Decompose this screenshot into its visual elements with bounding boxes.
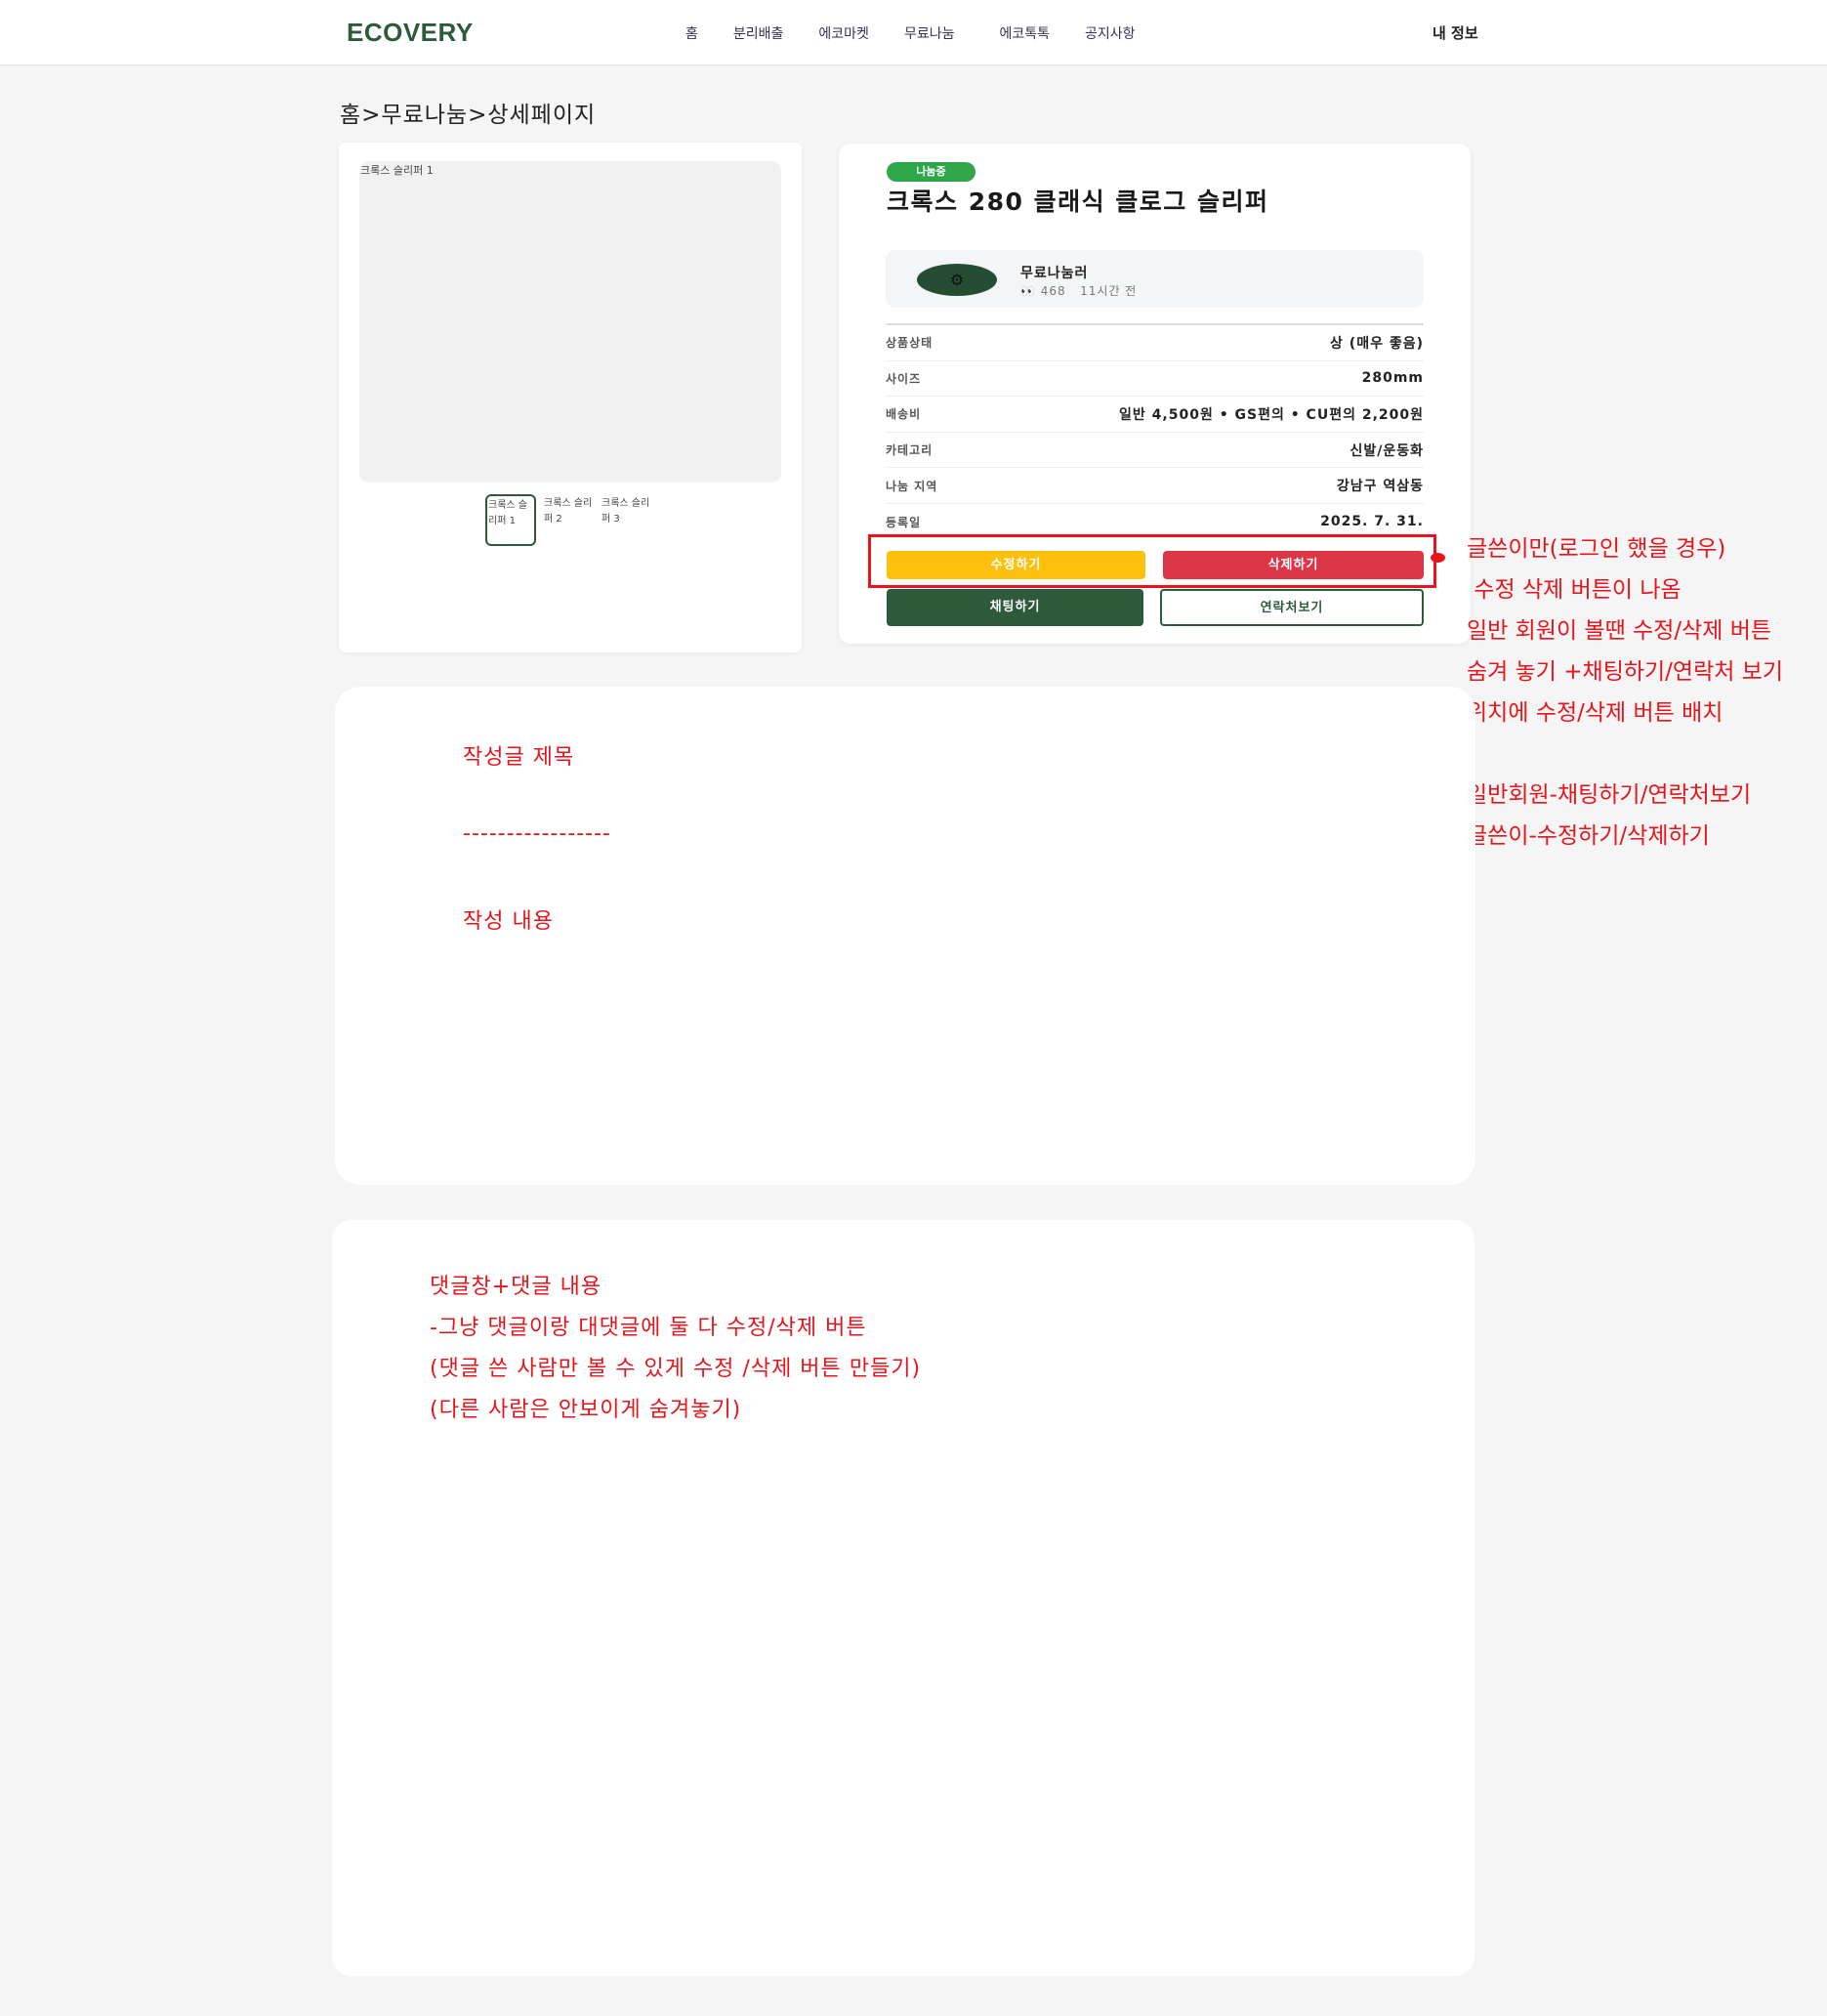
post-divider: ----------------- — [463, 821, 611, 846]
nav-item-eco-market[interactable]: 에코마켓 — [818, 23, 869, 43]
spec-label: 사이즈 — [886, 371, 922, 386]
logo[interactable]: ECOVERY — [347, 18, 474, 48]
spec-value: 일반 4,500원 • GS편의 • CU편의 2,200원 — [1119, 406, 1424, 423]
post-title-placeholder: 작성글 제목 — [463, 745, 575, 770]
seller-name: 무료나눔러 — [1020, 266, 1089, 281]
thumbnail-2[interactable]: 크록스 슬리퍼 2 — [543, 494, 594, 546]
spec-value: 280mm — [1361, 370, 1424, 387]
nav-item-home[interactable]: 홈 — [685, 23, 698, 43]
spec-value: 강남구 역삼동 — [1336, 479, 1424, 495]
spec-label: 카테고리 — [886, 443, 934, 458]
contact-button[interactable]: 연락처보기 — [1160, 589, 1424, 626]
annotation-note: 글쓴이만(로그인 했을 경우) 수정 삭제 버튼이 나옴 일반 회원이 볼땐 수… — [1467, 536, 1784, 849]
spec-label: 나눔 지역 — [886, 479, 938, 493]
nav-item-eco-talk[interactable]: 에코톡톡 — [999, 23, 1050, 43]
user-icon: ⚙ — [949, 271, 965, 289]
spec-table: 상품상태 상 (매우 좋음) 사이즈 280mm 배송비 일반 4,500원 • GS… — [886, 323, 1424, 540]
spec-row: 카테고리 신발/운동화 — [886, 433, 1424, 469]
comment-note: 댓글창+댓글 내용 -그냥 댓글이랑 대댓글에 둘 다 수정/삭제 버튼 (댓글… — [430, 1275, 922, 1422]
image-gallery: 크록스 슬리퍼 1 크록스 슬리퍼 1 크록스 슬리퍼 2 크록스 슬리퍼 3 — [339, 143, 802, 652]
post-body-placeholder: 작성 내용 — [463, 909, 554, 934]
spec-row: 배송비 일반 4,500원 • GS편의 • CU편의 2,200원 — [886, 397, 1424, 433]
nav-item-notice[interactable]: 공지사항 — [1085, 23, 1136, 43]
spec-label: 배송비 — [886, 407, 922, 422]
product-title: 크록스 280 클래식 클로그 슬리퍼 — [887, 188, 1269, 216]
main-nav: 홈 분리배출 에코마켓 무료나눔 에코톡톡 공지사항 — [685, 23, 1171, 43]
view-count: 468 — [1040, 284, 1066, 298]
nav-item-free-sharing[interactable]: 무료나눔 — [904, 23, 955, 43]
eyes-icon: 👀 — [1020, 284, 1036, 298]
post-content-card: 작성글 제목 ----------------- 작성 내용 — [335, 687, 1475, 1185]
thumbnail-1[interactable]: 크록스 슬리퍼 1 — [485, 494, 536, 546]
spec-value: 신발/운동화 — [1349, 442, 1424, 459]
spec-row: 상품상태 상 (매우 좋음) — [886, 325, 1424, 361]
thumbnail-list: 크록스 슬리퍼 1 크록스 슬리퍼 2 크록스 슬리퍼 3 — [485, 494, 658, 546]
spec-label: 상품상태 — [886, 336, 934, 351]
main-image-alt: 크록스 슬리퍼 1 — [360, 164, 434, 177]
spec-row: 사이즈 280mm — [886, 361, 1424, 398]
spec-value: 2025. 7. 31. — [1320, 514, 1424, 530]
spec-row: 나눔 지역 강남구 역삼동 — [886, 468, 1424, 504]
nav-item-recycling[interactable]: 분리배출 — [733, 23, 784, 43]
avatar: ⚙ — [917, 264, 997, 296]
spec-label: 등록일 — [886, 515, 922, 529]
breadcrumb: 홈>무료나눔>상세페이지 — [340, 103, 597, 128]
thumbnail-3[interactable]: 크록스 슬리퍼 3 — [601, 494, 651, 546]
seller-meta: 👀 468 11시간 전 — [1020, 282, 1137, 299]
annotation-highlight-box — [868, 534, 1436, 588]
status-badge: 나눔중 — [887, 162, 976, 182]
my-info-link[interactable]: 내 정보 — [1433, 22, 1478, 43]
top-navigation-bar: ECOVERY 홈 분리배출 에코마켓 무료나눔 에코톡톡 공지사항 내 정보 — [0, 0, 1827, 65]
seller-box[interactable]: ⚙ 무료나눔러 👀 468 11시간 전 — [886, 250, 1424, 308]
main-image-placeholder — [359, 161, 781, 483]
comment-section-card: 댓글창+댓글 내용 -그냥 댓글이랑 대댓글에 둘 다 수정/삭제 버튼 (댓글… — [332, 1220, 1474, 1976]
spec-value: 상 (매우 좋음) — [1330, 335, 1424, 352]
chat-button[interactable]: 채팅하기 — [887, 589, 1143, 626]
annotation-pointer — [1431, 553, 1445, 563]
posted-time: 11시간 전 — [1080, 284, 1138, 298]
